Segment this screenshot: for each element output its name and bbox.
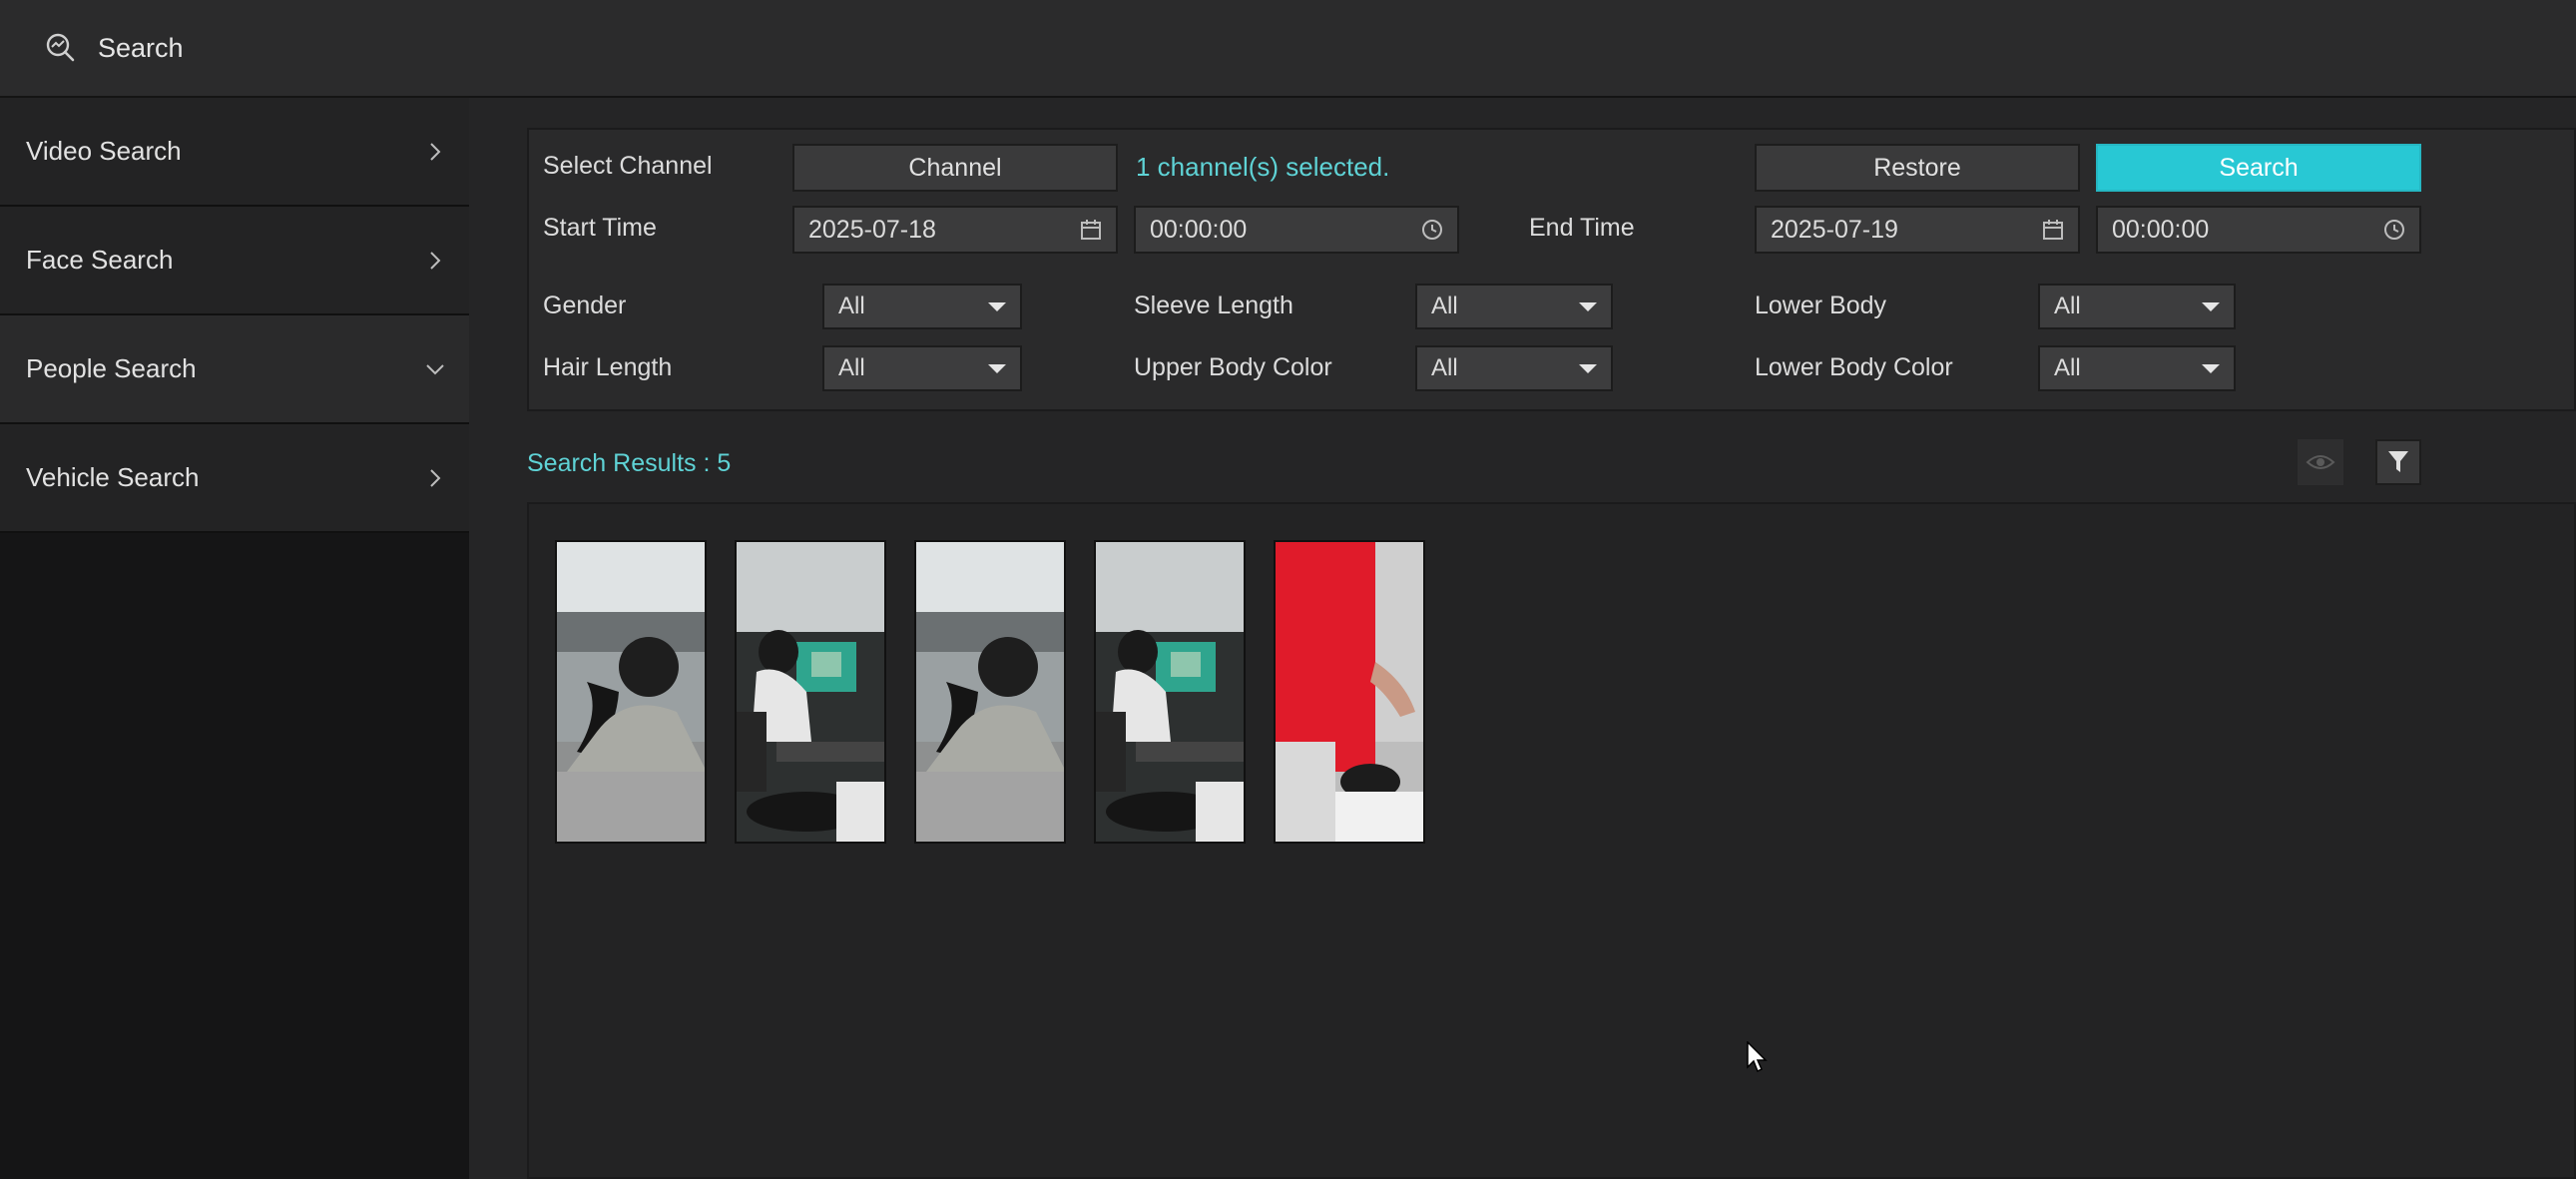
end-time-field[interactable]: 00:00:00 [2096, 206, 2421, 254]
sidebar: Video Search Face Search People Search V… [0, 98, 469, 1179]
result-thumbnail[interactable] [735, 540, 886, 844]
sleeve-length-label: Sleeve Length [1134, 292, 1293, 319]
results-grid [527, 502, 2576, 1179]
person-image [737, 542, 884, 842]
gender-select[interactable]: All [822, 284, 1022, 329]
filter-panel: Select Channel Channel 1 channel(s) sele… [527, 128, 2576, 411]
sidebar-item-face-search[interactable]: Face Search [0, 207, 469, 315]
lower-body-value: All [2054, 293, 2081, 319]
person-image [557, 542, 705, 842]
mouse-cursor [1747, 1040, 1769, 1078]
end-time-value: 00:00:00 [2112, 215, 2210, 244]
lower-body-color-select[interactable]: All [2038, 345, 2236, 391]
sidebar-item-label: Video Search [26, 136, 182, 166]
lower-body-label: Lower Body [1755, 292, 1887, 319]
page-title: Search [98, 32, 184, 63]
gender-label: Gender [543, 292, 627, 319]
lower-body-color-label: Lower Body Color [1755, 353, 1953, 381]
sidebar-item-label: Vehicle Search [26, 462, 200, 492]
result-thumbnail[interactable] [555, 540, 707, 844]
caret-down-icon [988, 363, 1006, 373]
sidebar-item-label: Face Search [26, 245, 174, 275]
calendar-icon [2040, 217, 2066, 243]
upper-body-color-select[interactable]: All [1415, 345, 1613, 391]
eye-icon [2306, 455, 2335, 469]
hair-length-label: Hair Length [543, 353, 673, 381]
main-content: Select Channel Channel 1 channel(s) sele… [469, 98, 2576, 1179]
view-eye-button[interactable] [2298, 439, 2343, 485]
sidebar-item-vehicle-search[interactable]: Vehicle Search [0, 424, 469, 533]
caret-down-icon [1579, 363, 1597, 373]
end-time-label: End Time [1529, 214, 1635, 242]
start-date-value: 2025-07-18 [808, 215, 936, 244]
caret-down-icon [2202, 301, 2220, 311]
lower-body-select[interactable]: All [2038, 284, 2236, 329]
end-date-field[interactable]: 2025-07-19 [1755, 206, 2080, 254]
end-date-value: 2025-07-19 [1771, 215, 1898, 244]
person-image [1276, 542, 1423, 842]
calendar-icon [1078, 217, 1104, 243]
person-image [1096, 542, 1244, 842]
lower-body-color-value: All [2054, 354, 2081, 381]
start-time-field[interactable]: 00:00:00 [1134, 206, 1459, 254]
search-button[interactable]: Search [2096, 144, 2421, 192]
upper-body-color-value: All [1431, 354, 1458, 381]
chevron-down-icon [423, 357, 447, 381]
sleeve-length-select[interactable]: All [1415, 284, 1613, 329]
restore-button[interactable]: Restore [1755, 144, 2080, 192]
top-bar: Search [0, 0, 2576, 98]
gender-value: All [838, 293, 865, 319]
person-image [916, 542, 1064, 842]
filter-button[interactable] [2375, 439, 2421, 485]
upper-body-color-label: Upper Body Color [1134, 353, 1332, 381]
search-analytics-icon [40, 28, 80, 68]
sidebar-item-people-search[interactable]: People Search [0, 315, 469, 424]
chevron-right-icon [423, 140, 447, 164]
start-date-field[interactable]: 2025-07-18 [792, 206, 1118, 254]
caret-down-icon [2202, 363, 2220, 373]
result-thumbnail[interactable] [914, 540, 1066, 844]
caret-down-icon [1579, 301, 1597, 311]
hair-length-select[interactable]: All [822, 345, 1022, 391]
sidebar-item-label: People Search [26, 353, 197, 383]
start-time-value: 00:00:00 [1150, 215, 1248, 244]
channel-selected-text: 1 channel(s) selected. [1136, 152, 1390, 182]
search-results-count: Search Results : 5 [527, 449, 732, 477]
result-thumbnail[interactable] [1094, 540, 1246, 844]
start-time-label: Start Time [543, 214, 657, 242]
filter-icon [2388, 451, 2408, 472]
select-channel-label: Select Channel [543, 152, 713, 180]
sleeve-length-value: All [1431, 293, 1458, 319]
chevron-right-icon [423, 466, 447, 490]
hair-length-value: All [838, 354, 865, 381]
chevron-right-icon [423, 249, 447, 273]
caret-down-icon [988, 301, 1006, 311]
result-thumbnail[interactable] [1274, 540, 1425, 844]
clock-icon [2381, 217, 2407, 243]
sidebar-item-video-search[interactable]: Video Search [0, 98, 469, 207]
channel-button[interactable]: Channel [792, 144, 1118, 192]
clock-icon [1419, 217, 1445, 243]
